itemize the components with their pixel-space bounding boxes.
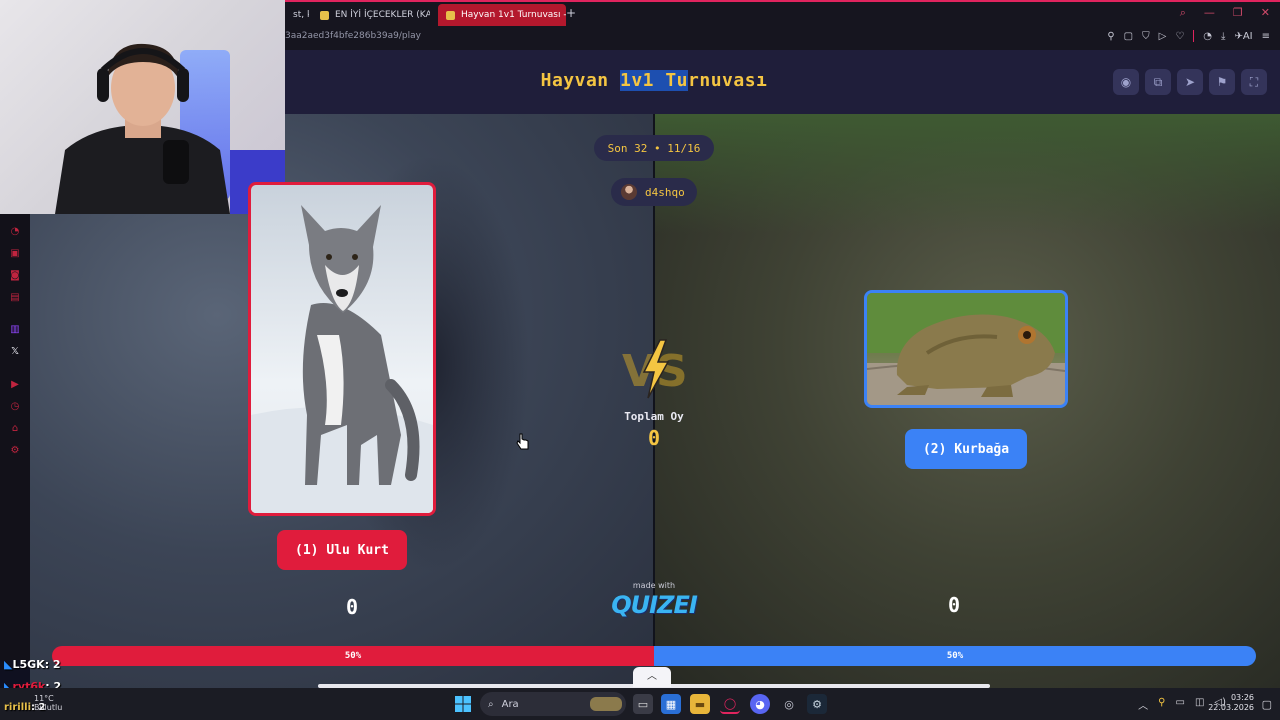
quizei-logo[interactable]: QUIZEI [604, 591, 704, 619]
url-text[interactable]: 3aa2aed3f4bfe286b39a9/play [285, 31, 421, 41]
tab-label: Hayvan 1v1 Turnuvası - Ti [461, 10, 566, 20]
username: d4shqo [645, 185, 685, 199]
app-icon[interactable]: ◎ [779, 694, 799, 714]
x-icon[interactable]: 𝕏 [8, 345, 22, 359]
webcam-overlay [0, 0, 285, 214]
menu-icon[interactable]: ≡ [1262, 31, 1270, 42]
task-view-icon[interactable]: ▭ [633, 694, 653, 714]
tab-favicon [320, 10, 329, 20]
history-icon[interactable]: ◷ [8, 400, 22, 414]
play-icon[interactable]: ▷ [1159, 31, 1167, 42]
chevron-up-icon[interactable]: ︿ [633, 667, 671, 687]
file-explorer-icon[interactable]: ▬ [690, 694, 710, 714]
download-icon[interactable]: ⤓ [1221, 31, 1225, 42]
toolbar-icons: ⚲ ▢ ⛉ ▷ ♡ ◔ ⤓ ✈AI ≡ [1107, 30, 1270, 42]
total-votes-label: Toplam Oy [624, 410, 684, 423]
vote-count-wolf: 0 [345, 595, 359, 619]
tab-label: EN İYİ İÇECEKLER (KAHVE [335, 10, 430, 20]
network-icon[interactable]: ◫ [1195, 697, 1204, 712]
settings-icon[interactable]: ⚙ [8, 444, 22, 458]
total-votes-value: 0 [647, 426, 661, 450]
share-icon[interactable]: ⧉ [1145, 69, 1171, 95]
taskbar-search[interactable]: ⌕ Ara [480, 692, 626, 716]
chat-user: L5GK [12, 658, 45, 671]
search-icon[interactable]: ⌕ [1180, 6, 1186, 20]
snapshot-icon[interactable]: ▢ [1124, 31, 1133, 42]
vs-icon: VS [622, 339, 688, 399]
option-card-frog[interactable] [864, 290, 1068, 408]
tab-partial[interactable]: st, k [285, 4, 309, 26]
minimize-icon[interactable]: — [1204, 6, 1215, 20]
windows-icon[interactable] [455, 696, 471, 712]
notification-icon[interactable]: ▢ [1262, 698, 1272, 711]
pinboard-icon[interactable]: ⌂ [8, 422, 22, 436]
microphone-icon[interactable]: ⚲ [1158, 697, 1165, 712]
pin-icon[interactable]: ⚲ [1107, 31, 1114, 42]
discord-icon[interactable]: ◕ [750, 694, 770, 714]
progress-bar-wolf: 50% [52, 646, 654, 666]
fullscreen-icon[interactable]: ⛶ [1241, 69, 1267, 95]
tray-chevron-icon[interactable]: ︿ [1138, 697, 1148, 712]
close-icon[interactable]: ✕ [1261, 6, 1270, 20]
vote-button-wolf[interactable]: (1) Ulu Kurt [277, 530, 407, 570]
search-placeholder: Ara [501, 698, 519, 710]
option-card-wolf[interactable] [248, 182, 436, 516]
hand-cursor-icon [516, 433, 529, 450]
weather-temp: 11°C [34, 694, 54, 703]
vote-count-frog: 0 [947, 593, 961, 617]
toolbar-separator [1193, 30, 1195, 42]
quiz-title: Hayvan 1v1 Turnuvası [285, 70, 1023, 91]
vote-button-frog[interactable]: (2) Kurbağa [905, 429, 1027, 469]
quiz-title-part: rnuvası [688, 70, 768, 91]
chat-user: ririlli [4, 702, 32, 713]
avatar [621, 184, 637, 200]
search-icon: ⌕ [488, 698, 494, 710]
send-icon[interactable]: ➤ [1177, 69, 1203, 95]
flag-icon[interactable]: ⚑ [1209, 69, 1235, 95]
display-icon[interactable]: ▭ [1176, 697, 1185, 712]
tab-favicon [446, 10, 455, 20]
tab-drinks[interactable]: EN İYİ İÇECEKLER (KAHVE [312, 4, 430, 26]
twitch-icon[interactable]: ▥ [8, 323, 22, 337]
wolf-image [251, 205, 433, 513]
ai-icon[interactable]: ✈AI [1234, 31, 1252, 42]
search-highlight-icon [590, 697, 622, 711]
eye-icon[interactable]: ◉ [1113, 69, 1139, 95]
store-icon[interactable]: ▦ [661, 694, 681, 714]
window-controls: ⌕ — ❐ ✕ [1180, 6, 1270, 20]
user-badge[interactable]: d4shqo [611, 178, 697, 206]
messenger-icon[interactable]: ◙ [8, 269, 22, 283]
chat-message: : 2 [44, 658, 61, 671]
heart-icon[interactable]: ♡ [1175, 31, 1184, 42]
quiz-title-selected: 1v1 Tu [619, 70, 689, 91]
clock[interactable]: 03:26 22.03.2026 [1208, 693, 1254, 713]
clock-date: 22.03.2026 [1208, 703, 1254, 712]
quiz-title-part: Hayvan [540, 70, 620, 91]
maximize-icon[interactable]: ❐ [1233, 6, 1243, 20]
weather-widget[interactable]: 11°C Bulutlu [34, 694, 62, 712]
profile-icon[interactable]: ◔ [1203, 31, 1212, 42]
tab-active-quiz[interactable]: Hayvan 1v1 Turnuvası - Ti× [438, 4, 566, 26]
tab-label: st, k [293, 10, 309, 20]
round-indicator: Son 32 • 11/16 [594, 135, 714, 161]
opera-gx-icon[interactable]: ◯ [720, 694, 740, 714]
speed-dial-icon[interactable]: ◔ [8, 225, 22, 239]
frog-image [867, 293, 1065, 405]
new-tab-icon[interactable]: + [566, 6, 576, 20]
shield-icon[interactable]: ⛉ [1142, 31, 1150, 42]
player-icon[interactable]: ▶ [8, 378, 22, 392]
steam-icon[interactable]: ⚙ [807, 694, 827, 714]
webcam-person [55, 43, 230, 214]
weather-desc: Bulutlu [34, 703, 63, 712]
made-with-label: made with [632, 581, 676, 590]
bag-icon[interactable]: ▣ [8, 247, 22, 261]
clock-time: 03:26 [1230, 693, 1254, 702]
mail-icon[interactable]: ▤ [8, 291, 22, 305]
progress-bar-frog: 50% [654, 646, 1256, 666]
chat-line: ◣L5GK: 2 [4, 658, 61, 671]
